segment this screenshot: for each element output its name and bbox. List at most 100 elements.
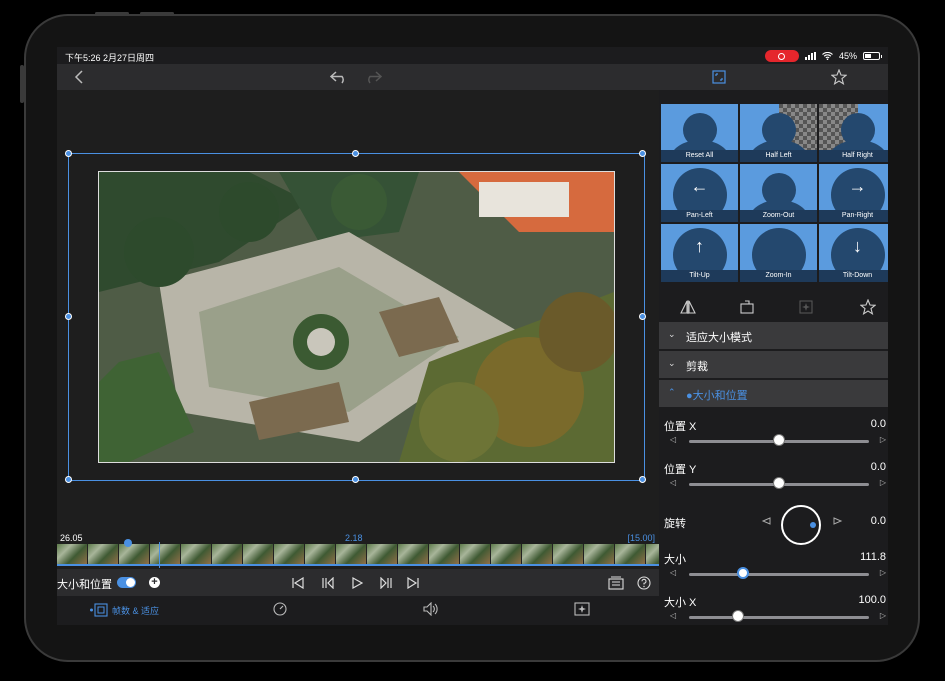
playback-controls: 大小和位置 + bbox=[57, 569, 659, 596]
volume-icon[interactable] bbox=[423, 602, 439, 616]
handle-middle-left[interactable] bbox=[65, 313, 72, 320]
redo-icon[interactable] bbox=[363, 67, 383, 87]
increment-icon[interactable]: ▷ bbox=[880, 435, 886, 444]
transform-icon[interactable] bbox=[709, 67, 729, 87]
filmstrip-frame bbox=[150, 544, 181, 564]
add-keyframe-button[interactable]: + bbox=[149, 577, 160, 588]
filmstrip-frame bbox=[243, 544, 274, 564]
section-fit-mode[interactable]: ⌄ 适应大小模式 bbox=[659, 321, 888, 349]
size-slider[interactable]: ◁ ▷ bbox=[670, 567, 888, 580]
preset-tabs bbox=[659, 294, 888, 320]
chevron-up-icon: ⌃ bbox=[668, 387, 676, 397]
section-fit-mode-title: 适应大小模式 bbox=[686, 332, 752, 344]
position-x-slider[interactable]: ◁ ▷ bbox=[670, 434, 888, 447]
decrement-icon[interactable]: ◁ bbox=[670, 435, 676, 444]
handle-top-right[interactable] bbox=[639, 150, 646, 157]
preset-pan-right[interactable]: → Pan-Right bbox=[819, 164, 888, 222]
inspector-panel: Reset All Half Left Half Right ← Pan-Lef… bbox=[659, 90, 888, 625]
battery-percent: 45% bbox=[838, 51, 857, 61]
section-crop-title: 剪裁 bbox=[686, 361, 708, 373]
crop-rotate-icon[interactable] bbox=[738, 298, 756, 316]
screen-recording-icon[interactable] bbox=[764, 50, 799, 62]
top-button bbox=[95, 12, 129, 15]
skip-to-start-icon[interactable] bbox=[289, 574, 307, 592]
speed-icon[interactable] bbox=[273, 602, 287, 616]
clip-filmstrip[interactable] bbox=[57, 544, 659, 566]
status-bar: 下午5:26 2月27日周四 45% bbox=[57, 47, 888, 64]
filmstrip-frame bbox=[57, 544, 88, 564]
preset-half-left[interactable]: Half Left bbox=[740, 104, 817, 162]
current-effect-label: 大小和位置 bbox=[57, 579, 112, 591]
filmstrip-frame bbox=[584, 544, 615, 564]
favorites-star-icon[interactable] bbox=[859, 298, 877, 316]
frame-fit-tab[interactable]: 帧数 & 适应 bbox=[90, 602, 159, 618]
battery-icon bbox=[863, 52, 882, 60]
play-icon[interactable] bbox=[348, 574, 366, 592]
size-x-knob[interactable] bbox=[731, 610, 744, 622]
decrement-icon[interactable]: ◁ bbox=[670, 568, 676, 577]
filmstrip-frame bbox=[88, 544, 119, 564]
previous-frame-icon[interactable] bbox=[319, 574, 337, 592]
playhead[interactable] bbox=[159, 542, 160, 568]
video-preview bbox=[57, 90, 659, 532]
filmstrip-frame bbox=[367, 544, 398, 564]
handle-bottom-right[interactable] bbox=[639, 476, 646, 483]
filmstrip-frame bbox=[398, 544, 429, 564]
arrow-down-icon: ↓ bbox=[853, 236, 862, 256]
filmstrip-frame bbox=[460, 544, 491, 564]
app-screen: 下午5:26 2月27日周四 45% 26.05 2.18 [15.00] 大小… bbox=[57, 47, 888, 625]
handle-bottom-left[interactable] bbox=[65, 476, 72, 483]
position-x-knob[interactable] bbox=[773, 434, 785, 446]
size-x-slider[interactable]: ◁ ▷ bbox=[670, 610, 888, 623]
filmstrip-frame bbox=[336, 544, 367, 564]
status-time: 下午5:26 2月27日周四 bbox=[65, 53, 155, 63]
preset-reset-all[interactable]: Reset All bbox=[661, 104, 738, 162]
preset-grid: Reset All Half Left Half Right ← Pan-Lef… bbox=[661, 104, 888, 294]
skip-to-end-icon[interactable] bbox=[404, 574, 422, 592]
audio-track-bar bbox=[57, 564, 659, 566]
timecode-duration: [15.00] bbox=[627, 533, 655, 543]
position-y-slider[interactable]: ◁ ▷ bbox=[670, 477, 888, 490]
top-button-2 bbox=[140, 12, 174, 15]
help-icon[interactable] bbox=[635, 574, 653, 592]
frame-fit-label: 帧数 & 适应 bbox=[112, 605, 160, 616]
favorite-star-icon[interactable] bbox=[829, 67, 849, 87]
filmstrip-frame bbox=[274, 544, 305, 564]
preset-tilt-down[interactable]: ↓ Tilt-Down bbox=[819, 224, 888, 282]
frame-sparkle-icon[interactable] bbox=[797, 298, 815, 316]
rotate-right-icon[interactable] bbox=[833, 516, 843, 526]
section-crop[interactable]: ⌄ 剪裁 bbox=[659, 350, 888, 378]
clip-list-icon[interactable] bbox=[607, 574, 625, 592]
keyframe-toggle[interactable] bbox=[117, 577, 136, 588]
decrement-icon[interactable]: ◁ bbox=[670, 478, 676, 487]
increment-icon[interactable]: ▷ bbox=[880, 611, 886, 620]
cellular-signal-icon bbox=[804, 52, 816, 60]
preset-half-right[interactable]: Half Right bbox=[819, 104, 888, 162]
rotate-left-icon[interactable] bbox=[761, 516, 771, 526]
handle-top-left[interactable] bbox=[65, 150, 72, 157]
keyframe-marker[interactable] bbox=[124, 539, 132, 547]
filmstrip-frame bbox=[119, 544, 150, 564]
size-knob[interactable] bbox=[737, 567, 749, 579]
decrement-icon[interactable]: ◁ bbox=[670, 611, 676, 620]
preset-pan-left[interactable]: ← Pan-Left bbox=[661, 164, 738, 222]
undo-icon[interactable] bbox=[329, 67, 349, 87]
section-size-position-title: ●大小和位置 bbox=[686, 390, 748, 402]
preset-tilt-up[interactable]: ↑ Tilt-Up bbox=[661, 224, 738, 282]
handle-top-center[interactable] bbox=[352, 150, 359, 157]
increment-icon[interactable]: ▷ bbox=[880, 478, 886, 487]
section-size-position[interactable]: ⌃ ●大小和位置 bbox=[659, 379, 888, 407]
position-y-knob[interactable] bbox=[773, 477, 785, 489]
rotation-dial[interactable] bbox=[781, 505, 821, 545]
effects-icon[interactable] bbox=[574, 602, 590, 616]
filmstrip-frame bbox=[553, 544, 584, 564]
next-frame-icon[interactable] bbox=[377, 574, 395, 592]
handle-bottom-center[interactable] bbox=[352, 476, 359, 483]
handle-middle-right[interactable] bbox=[639, 313, 646, 320]
preset-zoom-in[interactable]: Zoom-In bbox=[740, 224, 817, 282]
filmstrip-frame bbox=[212, 544, 243, 564]
flip-icon[interactable] bbox=[679, 298, 697, 316]
increment-icon[interactable]: ▷ bbox=[880, 568, 886, 577]
back-icon[interactable] bbox=[69, 67, 89, 87]
preset-zoom-out[interactable]: Zoom-Out bbox=[740, 164, 817, 222]
